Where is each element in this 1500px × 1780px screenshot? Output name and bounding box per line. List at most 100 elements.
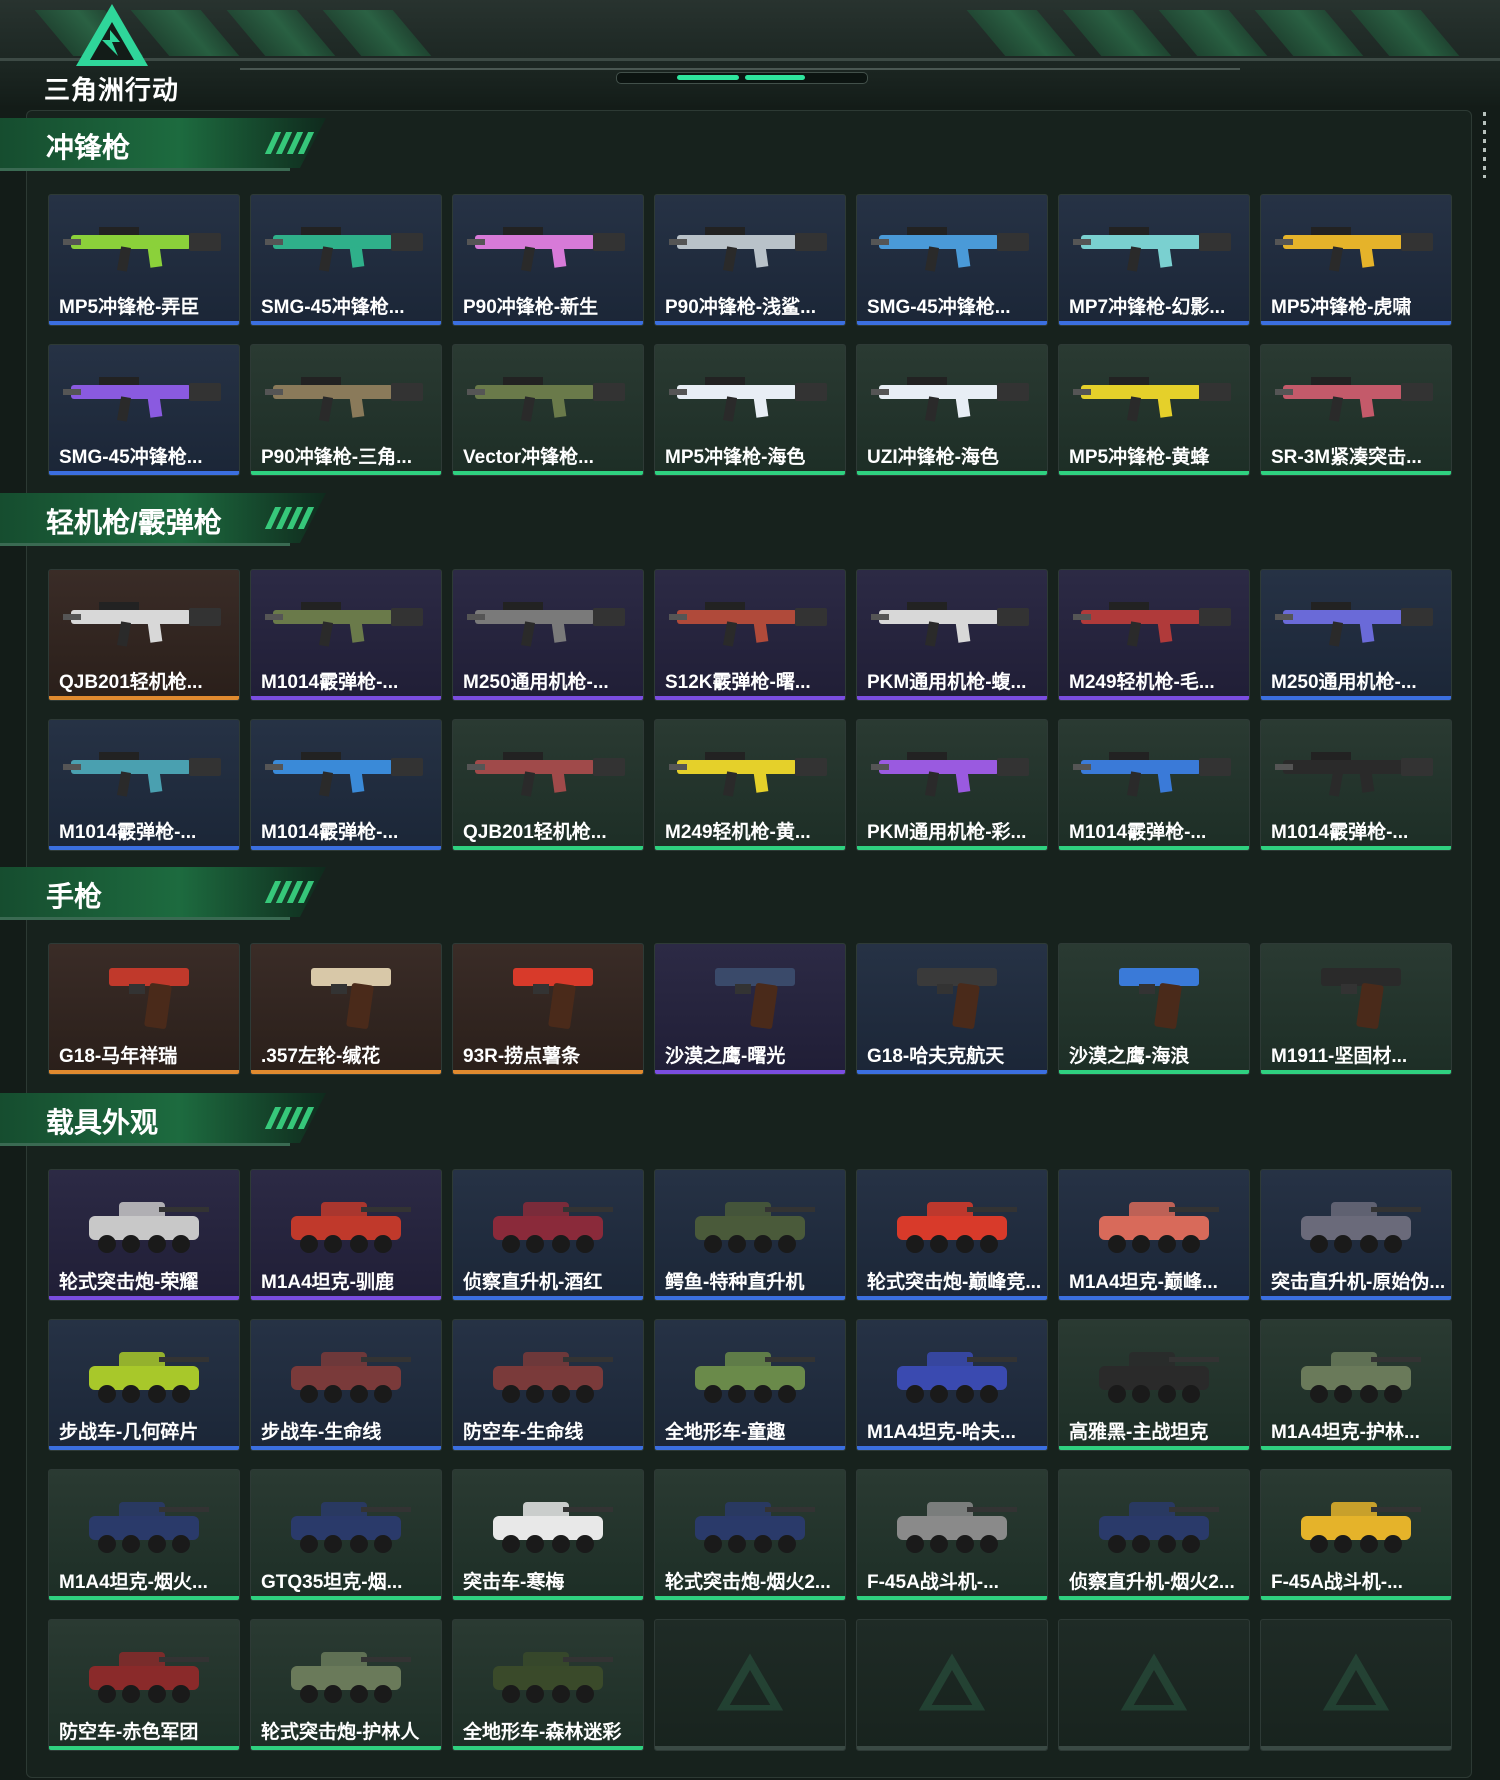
rarity-bar <box>1059 1296 1249 1300</box>
skin-card[interactable]: MP7冲锋枪-幻影... <box>1058 194 1250 326</box>
skin-name: M1A4坦克-护林... <box>1271 1422 1420 1443</box>
skin-name: F-45A战斗机-... <box>867 1572 999 1593</box>
rarity-bar <box>1261 1446 1451 1450</box>
skin-card[interactable]: PKM通用机枪-蝮... <box>856 569 1048 701</box>
skin-card[interactable]: 防空车-生命线 <box>452 1319 644 1451</box>
rarity-bar <box>655 471 845 475</box>
delta-watermark-icon <box>1120 1653 1188 1711</box>
skin-name: MP5冲锋枪-弄臣 <box>59 297 200 318</box>
skin-card[interactable]: S12K霰弹枪-曙... <box>654 569 846 701</box>
skin-card[interactable]: M1014霰弹枪-... <box>48 719 240 851</box>
skin-card[interactable]: G18-马年祥瑞 <box>48 943 240 1075</box>
skin-card[interactable]: M249轻机枪-毛... <box>1058 569 1250 701</box>
skin-card[interactable]: M1014霰弹枪-... <box>1058 719 1250 851</box>
skin-card[interactable]: P90冲锋枪-浅鲨... <box>654 194 846 326</box>
skin-card[interactable]: SMG-45冲锋枪... <box>250 194 442 326</box>
rarity-bar <box>655 696 845 700</box>
vehicle-icon <box>291 1352 411 1403</box>
skin-card[interactable]: 沙漠之鹰-海浪 <box>1058 943 1250 1075</box>
skin-card[interactable]: M1014霰弹枪-... <box>1260 719 1452 851</box>
rarity-bar <box>857 1296 1047 1300</box>
skin-card[interactable]: QJB201轻机枪... <box>452 719 644 851</box>
scrollbar[interactable] <box>1483 112 1486 178</box>
skin-name: MP5冲锋枪-虎啸 <box>1271 297 1412 318</box>
skin-card[interactable]: MP5冲锋枪-虎啸 <box>1260 194 1452 326</box>
skin-card[interactable]: M1014霰弹枪-... <box>250 719 442 851</box>
rarity-bar <box>1059 1446 1249 1450</box>
skin-card[interactable]: M1A4坦克-护林... <box>1260 1319 1452 1451</box>
pistol-icon <box>715 968 795 1029</box>
skin-card[interactable]: 突击直升机-原始伪... <box>1260 1169 1452 1301</box>
skin-card[interactable]: 突击车-寒梅 <box>452 1469 644 1601</box>
rarity-bar <box>251 1296 441 1300</box>
skin-card[interactable]: M1A4坦克-巅峰... <box>1058 1169 1250 1301</box>
skin-card[interactable]: 沙漠之鹰-曙光 <box>654 943 846 1075</box>
rarity-bar <box>1059 321 1249 325</box>
skin-card[interactable]: 轮式突击炮-护林人 <box>250 1619 442 1751</box>
vehicle-icon <box>897 1502 1017 1553</box>
skin-card[interactable]: M1A4坦克-哈夫... <box>856 1319 1048 1451</box>
skin-card[interactable]: PKM通用机枪-彩... <box>856 719 1048 851</box>
rarity-bar <box>655 1070 845 1074</box>
skin-card[interactable]: 轮式突击炮-巅峰竞... <box>856 1169 1048 1301</box>
skin-card[interactable]: M249轻机枪-黄... <box>654 719 846 851</box>
rarity-bar <box>655 1596 845 1600</box>
weapon-icon <box>1073 227 1231 272</box>
skin-card[interactable]: SMG-45冲锋枪... <box>856 194 1048 326</box>
skin-card[interactable]: P90冲锋枪-三角... <box>250 344 442 476</box>
rarity-bar <box>251 696 441 700</box>
skin-card[interactable]: GTQ35坦克-烟... <box>250 1469 442 1601</box>
skin-card[interactable]: 步战车-几何碎片 <box>48 1319 240 1451</box>
skin-card[interactable]: MP5冲锋枪-海色 <box>654 344 846 476</box>
skin-card[interactable]: M250通用机枪-... <box>1260 569 1452 701</box>
skin-name: GTQ35坦克-烟... <box>261 1572 403 1593</box>
banner-stripes-right <box>966 10 1460 56</box>
rarity-bar <box>1261 471 1451 475</box>
rarity-bar <box>1059 696 1249 700</box>
rarity-bar <box>49 1296 239 1300</box>
skin-card[interactable]: MP5冲锋枪-黄蜂 <box>1058 344 1250 476</box>
skin-card[interactable]: 轮式突击炮-荣耀 <box>48 1169 240 1301</box>
rarity-bar <box>857 1596 1047 1600</box>
section-header: 手枪 <box>0 867 330 921</box>
skin-card[interactable]: SMG-45冲锋枪... <box>48 344 240 476</box>
skin-card[interactable]: MP5冲锋枪-弄臣 <box>48 194 240 326</box>
skin-card[interactable]: M1A4坦克-驯鹿 <box>250 1169 442 1301</box>
weapon-icon <box>467 227 625 272</box>
skin-card[interactable]: 步战车-生命线 <box>250 1319 442 1451</box>
skin-card[interactable]: 防空车-赤色军团 <box>48 1619 240 1751</box>
skin-card[interactable]: 全地形车-童趣 <box>654 1319 846 1451</box>
skin-card[interactable]: P90冲锋枪-新生 <box>452 194 644 326</box>
skin-card[interactable]: SR-3M紧凑突击... <box>1260 344 1452 476</box>
skin-card[interactable]: 侦察直升机-烟火2... <box>1058 1469 1250 1601</box>
skin-card[interactable]: 高雅黑-主战坦克 <box>1058 1319 1250 1451</box>
banner-divider-inner <box>240 68 1240 70</box>
skin-card[interactable]: QJB201轻机枪... <box>48 569 240 701</box>
rarity-bar <box>1059 846 1249 850</box>
weapon-icon <box>63 377 221 422</box>
skin-card[interactable]: .357左轮-缄花 <box>250 943 442 1075</box>
rarity-bar <box>1261 1296 1451 1300</box>
skin-card[interactable]: M1A4坦克-烟火... <box>48 1469 240 1601</box>
skin-card[interactable]: UZI冲锋枪-海色 <box>856 344 1048 476</box>
skin-card[interactable]: F-45A战斗机-... <box>856 1469 1048 1601</box>
skin-card[interactable]: Vector冲锋枪... <box>452 344 644 476</box>
skin-card[interactable]: 全地形车-森林迷彩 <box>452 1619 644 1751</box>
weapon-icon <box>1275 377 1433 422</box>
skin-card[interactable]: M250通用机枪-... <box>452 569 644 701</box>
skin-card[interactable]: M1911-坚固材... <box>1260 943 1452 1075</box>
skin-card[interactable]: 93R-捞点薯条 <box>452 943 644 1075</box>
skin-card[interactable]: G18-哈夫克航天 <box>856 943 1048 1075</box>
skin-card[interactable]: M1014霰弹枪-... <box>250 569 442 701</box>
skin-card[interactable]: 轮式突击炮-烟火2... <box>654 1469 846 1601</box>
skin-card[interactable]: 鳄鱼-特种直升机 <box>654 1169 846 1301</box>
skin-card[interactable]: 侦察直升机-酒红 <box>452 1169 644 1301</box>
skin-name: M1A4坦克-烟火... <box>59 1572 208 1593</box>
rarity-bar <box>655 1296 845 1300</box>
slash-decoration-icon <box>264 1107 315 1129</box>
vehicle-icon <box>1099 1352 1219 1403</box>
skin-card[interactable]: F-45A战斗机-... <box>1260 1469 1452 1601</box>
pistol-icon <box>1119 968 1199 1029</box>
vehicle-icon <box>1301 1352 1421 1403</box>
delta-watermark-icon <box>1322 1653 1390 1711</box>
